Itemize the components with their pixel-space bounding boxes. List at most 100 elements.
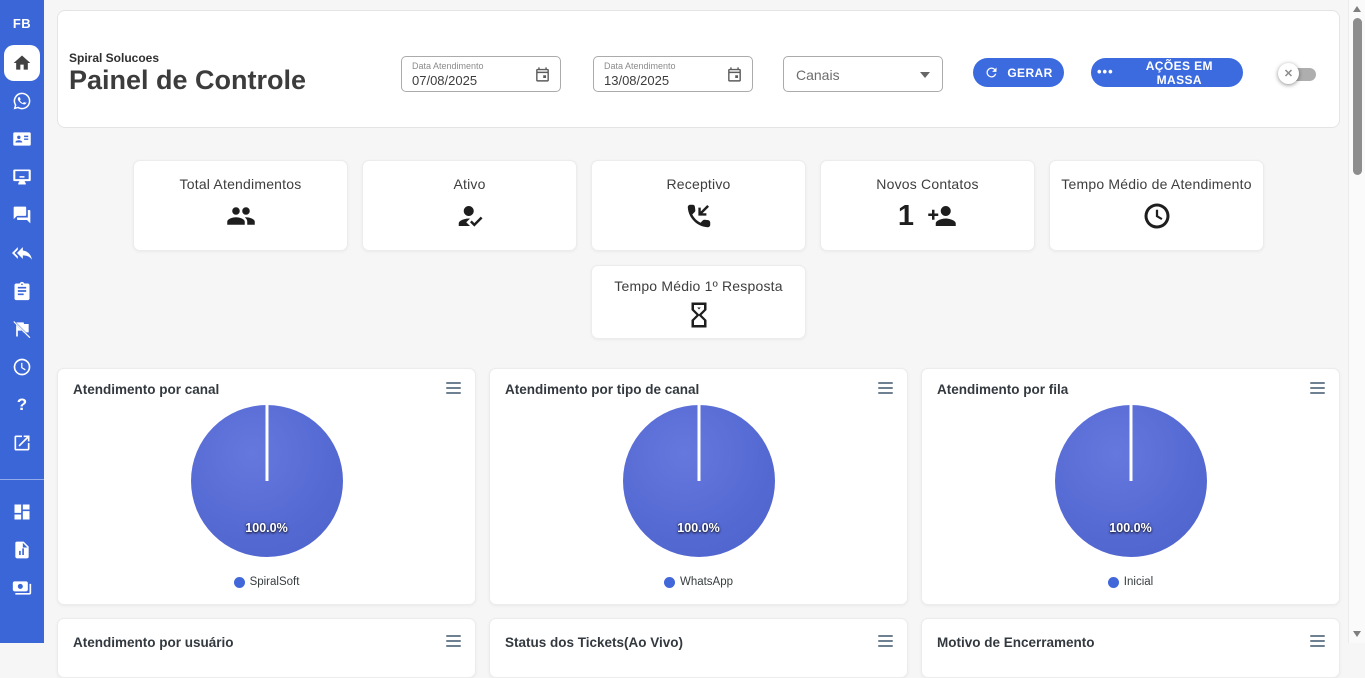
charts-row: Atendimento por canal 100.0% SpiralSoft … [57,368,1340,605]
sidebar-item-external[interactable] [4,425,40,461]
payments-icon [12,578,32,598]
stat-card-receptivo: Receptivo [591,160,806,251]
date-to-label: Data Atendimento [604,61,676,71]
sidebar-item-tasks[interactable] [4,273,40,309]
sidebar: FB ? [0,0,44,643]
calendar-icon[interactable] [726,66,743,83]
sidebar-divider [0,479,44,480]
whatsapp-icon [12,91,32,111]
pie-slice-border [1129,405,1132,481]
chart-card-motivo-de-encerramento: Motivo de Encerramento [921,618,1340,678]
scrollbar-thumb[interactable] [1353,18,1362,175]
clock-icon [12,357,32,377]
generate-button-label: GERAR [1007,66,1052,80]
pie-chart: 100.0% [623,405,775,557]
sidebar-item-home[interactable] [4,45,40,81]
vertical-scrollbar[interactable] [1348,0,1365,643]
chart-menu-icon[interactable] [446,382,461,394]
chart-legend-item[interactable]: SpiralSoft [58,576,475,588]
calendar-icon[interactable] [534,66,551,83]
sidebar-item-live-panel[interactable] [4,159,40,195]
sidebar-item-dashboard[interactable] [4,494,40,530]
date-to-value[interactable]: 13/08/2025 [604,73,669,88]
sidebar-item-payments[interactable] [4,570,40,606]
sidebar-item-contacts[interactable] [4,121,40,157]
stat-label: Tempo Médio de Atendimento [1050,176,1263,192]
stat-card-tempo-medio-resposta: Tempo Médio 1º Resposta [591,265,806,339]
chart-menu-icon[interactable] [1310,635,1325,647]
sidebar-item-reports[interactable] [4,532,40,568]
bulk-actions-button[interactable]: ••• AÇÕES EM MASSA [1091,58,1243,87]
date-from-field[interactable]: Data Atendimento 07/08/2025 [401,56,561,92]
stat-label: Receptivo [592,176,805,192]
legend-marker [664,577,675,588]
refresh-icon [984,65,999,80]
legend-marker [234,577,245,588]
person-check-icon [455,201,485,231]
people-icon [226,201,256,231]
pie-chart: 100.0% [191,405,343,557]
channels-select-value: Canais [796,67,840,83]
date-from-label: Data Atendimento [412,61,484,71]
stat-label: Novos Contatos [821,176,1034,192]
toggle-knob: ✕ [1278,63,1299,84]
chart-menu-icon[interactable] [878,382,893,394]
stat-card-novos-contatos: Novos Contatos 1 [820,160,1035,251]
contact-card-icon [12,129,32,149]
sidebar-item-chats[interactable] [4,197,40,233]
chart-menu-icon[interactable] [446,635,461,647]
sidebar-item-schedules[interactable] [4,349,40,385]
chart-title: Atendimento por tipo de canal [505,382,699,397]
help-icon: ? [17,395,27,415]
scroll-down-arrow-icon[interactable] [1353,631,1361,637]
pie-value-label: 100.0% [245,521,287,535]
bulk-actions-button-label: AÇÕES EM MASSA [1122,59,1237,87]
sidebar-item-quick-replies[interactable] [4,235,40,271]
sidebar-item-whatsapp[interactable] [4,83,40,119]
stat-label: Ativo [363,176,576,192]
legend-marker [1108,577,1119,588]
date-to-field[interactable]: Data Atendimento 13/08/2025 [593,56,753,92]
stat-card-tempo-medio-atendimento: Tempo Médio de Atendimento [1049,160,1264,251]
stat-card-ativo: Ativo [362,160,577,251]
clipboard-icon [12,281,32,301]
chart-legend-item[interactable]: WhatsApp [490,576,907,588]
channels-select[interactable]: Canais [783,56,943,92]
pie-slice-border [265,405,268,481]
generate-button[interactable]: GERAR [973,58,1064,87]
stat-label: Tempo Médio 1º Resposta [592,278,805,294]
scroll-up-arrow-icon[interactable] [1353,6,1361,12]
chart-title: Atendimento por fila [937,382,1068,397]
chart-menu-icon[interactable] [878,635,893,647]
dashboard-icon [12,502,32,522]
chart-card-atendimento-por-canal: Atendimento por canal 100.0% SpiralSoft [57,368,476,605]
legend-label: SpiralSoft [250,576,300,588]
external-link-icon [12,433,32,453]
app-logo: FB [13,16,31,31]
sidebar-item-campaigns[interactable] [4,311,40,347]
company-name: Spiral Solucoes [69,51,159,65]
chart-card-atendimento-por-usuario: Atendimento por usuário [57,618,476,678]
pie-chart: 100.0% [1055,405,1207,557]
date-from-value[interactable]: 07/08/2025 [412,73,477,88]
more-horizontal-icon: ••• [1097,64,1114,79]
chart-card-atendimento-por-fila: Atendimento por fila 100.0% Inicial [921,368,1340,605]
flag-off-icon [12,319,32,339]
sidebar-item-help[interactable]: ? [4,387,40,423]
clock-icon [1142,201,1172,231]
phone-incoming-icon [684,201,714,231]
pie-value-label: 100.0% [677,521,719,535]
chart-menu-icon[interactable] [1310,382,1325,394]
header-toggle-switch[interactable]: ✕ [1278,63,1318,85]
page-title: Painel de Controle [69,65,306,96]
chart-legend-item[interactable]: Inicial [922,576,1339,588]
report-file-icon [12,540,32,560]
legend-label: WhatsApp [680,576,733,588]
reply-all-icon [12,243,32,263]
stats-row: Total Atendimentos Ativo Receptivo Novos… [133,160,1264,251]
chevron-down-icon [920,72,930,78]
stat-value: 1 [898,201,914,231]
chart-title: Atendimento por canal [73,382,219,397]
pie-value-label: 100.0% [1109,521,1151,535]
toggle-x-icon: ✕ [1284,67,1293,80]
